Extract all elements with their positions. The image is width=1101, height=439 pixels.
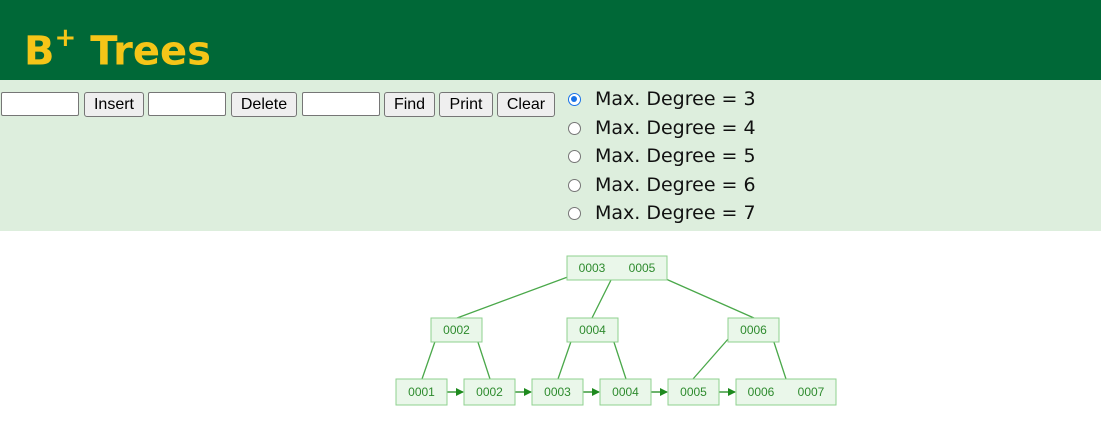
title-superscript: + bbox=[54, 23, 77, 53]
node-key: 0004 bbox=[612, 385, 639, 399]
max-degree-option-6[interactable]: Max. Degree = 6 bbox=[568, 171, 756, 199]
max-degree-option-3[interactable]: Max. Degree = 3 bbox=[568, 85, 756, 113]
delete-input[interactable] bbox=[148, 92, 226, 116]
control-panel: Insert Delete Find Print Clear Max. Degr… bbox=[0, 80, 1101, 231]
node-key: 0005 bbox=[629, 261, 656, 275]
leaf-node: 0002 bbox=[463, 378, 516, 406]
bplus-tree-diagram: 0003 0005 0002 0004 0006 0001 0002 0003 0004 0005… bbox=[395, 255, 837, 406]
node-key: 0002 bbox=[476, 385, 503, 399]
radio-label: Max. Degree = 3 bbox=[595, 88, 756, 110]
radio-button[interactable] bbox=[568, 121, 581, 135]
clear-button[interactable]: Clear bbox=[497, 92, 555, 117]
radio-label: Max. Degree = 6 bbox=[595, 174, 756, 196]
node-key: 0007 bbox=[798, 385, 825, 399]
root-node: 0003 0005 bbox=[566, 255, 668, 281]
page-title: B+ Trees bbox=[24, 23, 211, 75]
node-key: 0003 bbox=[579, 261, 606, 275]
node-key: 0003 bbox=[544, 385, 571, 399]
max-degree-option-5[interactable]: Max. Degree = 5 bbox=[568, 142, 756, 170]
internal-node: 0002 bbox=[430, 317, 483, 343]
leaf-node: 0004 bbox=[599, 378, 652, 406]
node-key: 0006 bbox=[748, 385, 775, 399]
leaf-node: 0003 bbox=[531, 378, 584, 406]
radio-button[interactable] bbox=[568, 92, 581, 106]
insert-button[interactable]: Insert bbox=[84, 92, 144, 117]
radio-label: Max. Degree = 4 bbox=[595, 117, 756, 139]
node-key: 0006 bbox=[740, 323, 767, 337]
node-key: 0004 bbox=[579, 323, 606, 337]
radio-button[interactable] bbox=[568, 206, 581, 220]
leaf-node: 0006 0007 bbox=[735, 378, 837, 406]
node-key: 0001 bbox=[408, 385, 435, 399]
leaf-node: 0005 bbox=[667, 378, 720, 406]
max-degree-option-4[interactable]: Max. Degree = 4 bbox=[568, 114, 756, 142]
radio-button[interactable] bbox=[568, 149, 581, 163]
find-input[interactable] bbox=[302, 92, 380, 116]
node-key: 0005 bbox=[680, 385, 707, 399]
print-button[interactable]: Print bbox=[439, 92, 493, 117]
delete-button[interactable]: Delete bbox=[231, 92, 297, 117]
max-degree-option-7[interactable]: Max. Degree = 7 bbox=[568, 199, 756, 227]
radio-label: Max. Degree = 7 bbox=[595, 202, 756, 224]
find-button[interactable]: Find bbox=[384, 92, 435, 117]
tree-nodes: 0003 0005 0002 0004 0006 0001 0002 0003 0004 0005… bbox=[395, 255, 837, 406]
insert-input[interactable] bbox=[1, 92, 79, 116]
leaf-node: 0001 bbox=[395, 378, 448, 406]
node-key: 0002 bbox=[443, 323, 470, 337]
radio-button[interactable] bbox=[568, 178, 581, 192]
internal-node: 0006 bbox=[727, 317, 780, 343]
internal-node: 0004 bbox=[566, 317, 619, 343]
app-header: B+ Trees bbox=[0, 0, 1101, 80]
radio-label: Max. Degree = 5 bbox=[595, 145, 756, 167]
